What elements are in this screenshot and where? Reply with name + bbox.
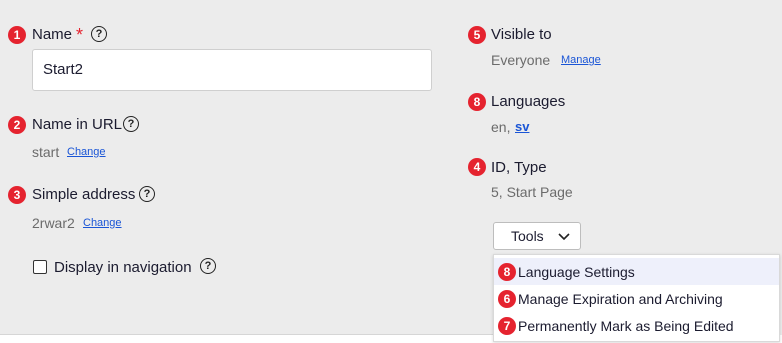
menu-item-manage-expiration[interactable]: 6 Manage Expiration and Archiving <box>494 285 779 312</box>
languages-label: Languages <box>491 93 566 110</box>
name-in-url-label: Name in URL <box>32 116 123 133</box>
simple-address-help-icon[interactable]: ? <box>139 186 155 202</box>
name-in-url-value: start <box>32 144 60 160</box>
name-in-url-help-icon[interactable]: ? <box>123 116 139 132</box>
id-type-value: 5, Start Page <box>491 184 573 200</box>
callout-badge-5: 5 <box>468 26 486 44</box>
callout-badge-3: 3 <box>8 186 26 204</box>
menu-item-permanently-mark-edited[interactable]: 7 Permanently Mark as Being Edited <box>494 312 779 339</box>
manage-link[interactable]: Manage <box>561 54 601 66</box>
callout-badge-1: 1 <box>8 26 26 44</box>
tools-dropdown-button[interactable]: Tools <box>493 222 581 250</box>
menu-item-language-settings[interactable]: 8 Language Settings <box>494 258 779 285</box>
display-in-navigation-checkbox[interactable] <box>33 260 47 274</box>
name-in-url-change-link[interactable]: Change <box>67 146 106 158</box>
callout-badge-8: 8 <box>498 263 516 281</box>
visible-to-label: Visible to <box>491 26 552 43</box>
display-in-navigation-help-icon[interactable]: ? <box>200 258 216 274</box>
simple-address-value: 2rwar2 <box>32 215 75 231</box>
callout-badge-7: 7 <box>498 317 516 335</box>
callout-badge-8: 8 <box>468 93 486 111</box>
languages-value: en, <box>491 119 515 135</box>
name-label: Name <box>32 26 73 43</box>
callout-badge-4: 4 <box>468 158 486 176</box>
chevron-down-icon <box>558 233 570 241</box>
name-help-icon[interactable]: ? <box>91 26 107 42</box>
menu-item-label: Language Settings <box>518 264 635 280</box>
required-marker: * <box>76 25 84 45</box>
visible-to-value: Everyone <box>491 52 551 68</box>
name-input[interactable]: Start2 <box>32 49 432 91</box>
callout-badge-2: 2 <box>8 116 26 134</box>
id-type-label: ID, Type <box>491 159 547 176</box>
menu-item-label: Permanently Mark as Being Edited <box>518 318 734 334</box>
tools-label: Tools <box>511 228 544 244</box>
menu-item-label: Manage Expiration and Archiving <box>518 291 723 307</box>
tools-menu: 8 Language Settings 6 Manage Expiration … <box>493 254 780 342</box>
divider <box>0 334 495 335</box>
language-sv-link[interactable]: sv <box>515 119 529 134</box>
display-in-navigation-label: Display in navigation <box>54 259 192 276</box>
simple-address-label: Simple address <box>32 186 136 203</box>
simple-address-change-link[interactable]: Change <box>83 217 122 229</box>
callout-badge-6: 6 <box>498 290 516 308</box>
